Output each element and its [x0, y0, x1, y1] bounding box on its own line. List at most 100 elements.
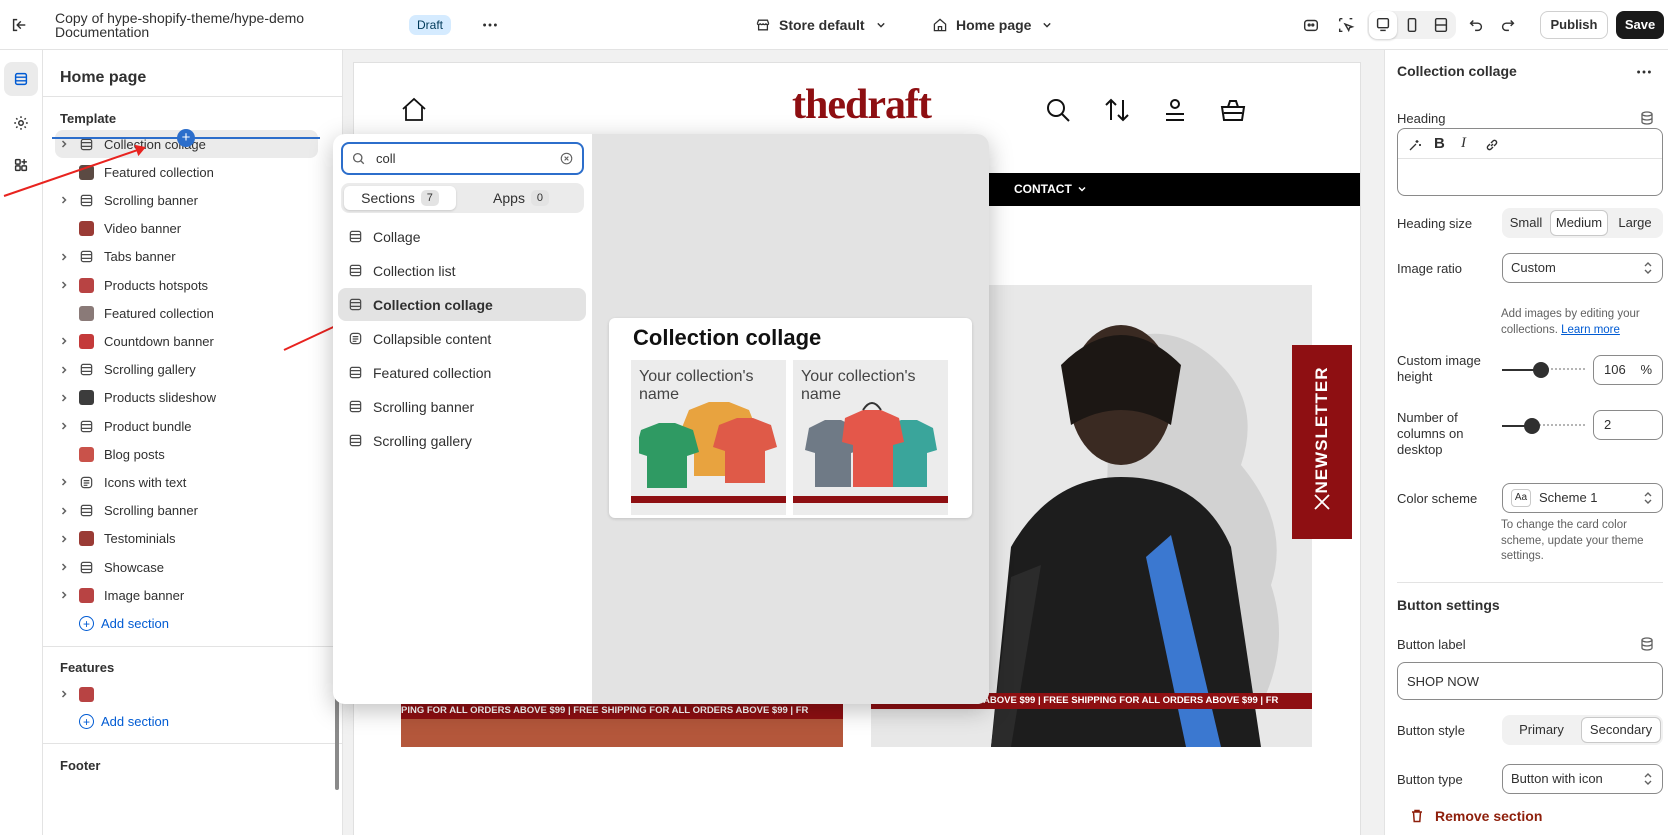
exit-icon[interactable]: [5, 11, 33, 39]
custom-height-slider-handle[interactable]: [1533, 362, 1549, 378]
template-section-item[interactable]: Blog posts: [55, 440, 318, 468]
undo-icon[interactable]: [1462, 11, 1490, 39]
chevron-right-icon[interactable]: [55, 590, 73, 600]
button-style-label: Button style: [1397, 723, 1465, 738]
chevron-right-icon[interactable]: [55, 534, 73, 544]
columns-slider-handle[interactable]: [1524, 418, 1540, 434]
template-section-item[interactable]: Scrolling gallery: [55, 356, 318, 384]
section-result-item[interactable]: Scrolling gallery: [338, 424, 586, 457]
mobile-view-icon[interactable]: [1398, 11, 1426, 39]
inspector-icon[interactable]: [1332, 11, 1360, 39]
color-scheme-select[interactable]: Aa Scheme 1: [1502, 483, 1663, 513]
columns-input[interactable]: 2: [1593, 410, 1663, 440]
thumbnail-image: [78, 686, 94, 702]
section-result-item[interactable]: Collection collage: [338, 288, 586, 321]
heading-size-large[interactable]: Large: [1610, 210, 1660, 236]
redo-icon[interactable]: [1494, 11, 1522, 39]
template-section-item[interactable]: Product bundle: [55, 412, 318, 440]
custom-height-input[interactable]: 106 %: [1593, 355, 1663, 385]
cart-icon[interactable]: [1218, 95, 1248, 125]
store-selector[interactable]: Store default: [755, 14, 889, 36]
sections-icon[interactable]: [4, 62, 38, 96]
store-logo[interactable]: thedraft: [792, 81, 932, 129]
dynamic-source-icon[interactable]: [1640, 111, 1654, 125]
chevron-right-icon[interactable]: [55, 393, 73, 403]
link-icon[interactable]: [1485, 138, 1499, 152]
chevron-right-icon[interactable]: [55, 689, 73, 699]
collection-tile: Your collection's name: [631, 360, 786, 515]
chevron-right-icon[interactable]: [55, 195, 73, 205]
desktop-view-icon[interactable]: [1369, 11, 1397, 39]
home-icon[interactable]: [399, 95, 429, 125]
apps-icon[interactable]: [4, 148, 38, 182]
search-icon[interactable]: [1043, 95, 1073, 125]
account-icon[interactable]: [1160, 95, 1190, 125]
template-section-item[interactable]: Scrolling banner: [55, 186, 318, 214]
template-section-item[interactable]: Image banner: [55, 581, 318, 609]
template-section-item[interactable]: Testominials: [55, 525, 318, 553]
template-section-item[interactable]: Featured collection: [55, 299, 318, 327]
button-style-primary[interactable]: Primary: [1504, 717, 1579, 743]
more-actions-icon[interactable]: [476, 11, 504, 39]
template-section-item[interactable]: Products slideshow: [55, 384, 318, 412]
template-section-item[interactable]: Tabs banner: [55, 243, 318, 271]
template-section-item[interactable]: Featured collection: [55, 158, 318, 186]
tab-apps[interactable]: Apps 0: [461, 186, 581, 210]
heading-label: Heading: [1397, 111, 1446, 126]
newsletter-tab[interactable]: NEWSLETTER: [1292, 345, 1352, 539]
template-section-item[interactable]: Video banner: [55, 215, 318, 243]
tab-sections[interactable]: Sections 7: [344, 186, 456, 210]
template-section-item[interactable]: Countdown banner: [55, 327, 318, 355]
chevron-right-icon[interactable]: [55, 421, 73, 431]
fullscreen-view-icon[interactable]: [1427, 11, 1455, 39]
heading-rich-text-editor[interactable]: B I: [1397, 128, 1663, 196]
insert-plus-icon[interactable]: +: [177, 129, 195, 147]
sort-icon[interactable]: [1102, 95, 1132, 125]
chevron-right-icon[interactable]: [55, 562, 73, 572]
section-result-item[interactable]: Collapsible content: [338, 322, 586, 355]
chevron-right-icon[interactable]: [55, 139, 73, 149]
ai-assistant-icon[interactable]: [1297, 11, 1325, 39]
close-icon[interactable]: [1313, 493, 1331, 511]
button-style-secondary[interactable]: Secondary: [1581, 717, 1661, 743]
nav-contact-label: CONTACT: [1014, 182, 1072, 196]
chevron-right-icon[interactable]: [55, 252, 73, 262]
add-section-button[interactable]: + Add section: [79, 616, 169, 631]
list-icon: [348, 331, 363, 346]
remove-section-button[interactable]: Remove section: [1409, 808, 1542, 824]
image-ratio-select[interactable]: Custom: [1502, 253, 1663, 283]
heading-size-small[interactable]: Small: [1504, 210, 1548, 236]
more-actions-icon[interactable]: [1630, 58, 1658, 86]
chevron-right-icon[interactable]: [55, 506, 73, 516]
button-type-select[interactable]: Button with icon: [1502, 764, 1663, 794]
dynamic-source-icon[interactable]: [1640, 637, 1654, 651]
add-feature-section-button[interactable]: + Add section: [79, 714, 169, 729]
nav-item-contact[interactable]: CONTACT: [1014, 182, 1087, 196]
theme-settings-icon[interactable]: [4, 106, 38, 140]
chevron-right-icon[interactable]: [55, 477, 73, 487]
chevron-right-icon[interactable]: [55, 365, 73, 375]
template-section-item[interactable]: Scrolling banner: [55, 497, 318, 525]
feature-section-item[interactable]: [55, 680, 318, 708]
section-result-item[interactable]: Scrolling banner: [338, 390, 586, 423]
section-result-item[interactable]: Collection list: [338, 254, 586, 287]
template-section-item[interactable]: Icons with text: [55, 468, 318, 496]
button-label-input[interactable]: SHOP NOW: [1397, 662, 1663, 700]
bold-icon[interactable]: B: [1434, 135, 1445, 152]
clear-icon[interactable]: [559, 151, 574, 166]
learn-more-link[interactable]: Learn more: [1561, 324, 1620, 336]
template-section-item[interactable]: Products hotspots: [55, 271, 318, 299]
ai-sparkle-icon[interactable]: [1408, 138, 1422, 152]
heading-size-medium[interactable]: Medium: [1550, 210, 1608, 236]
template-section-item[interactable]: Showcase: [55, 553, 318, 581]
italic-icon[interactable]: I: [1461, 135, 1466, 152]
section-search-input[interactable]: coll: [341, 142, 584, 175]
chevron-right-icon[interactable]: [55, 336, 73, 346]
section-result-item[interactable]: Collage: [338, 220, 586, 253]
publish-button[interactable]: Publish: [1540, 11, 1608, 39]
section-result-item[interactable]: Featured collection: [338, 356, 586, 389]
section-icon: [75, 192, 97, 208]
chevron-right-icon[interactable]: [55, 280, 73, 290]
save-button[interactable]: Save: [1616, 11, 1664, 39]
page-selector[interactable]: Home page: [932, 14, 1055, 36]
